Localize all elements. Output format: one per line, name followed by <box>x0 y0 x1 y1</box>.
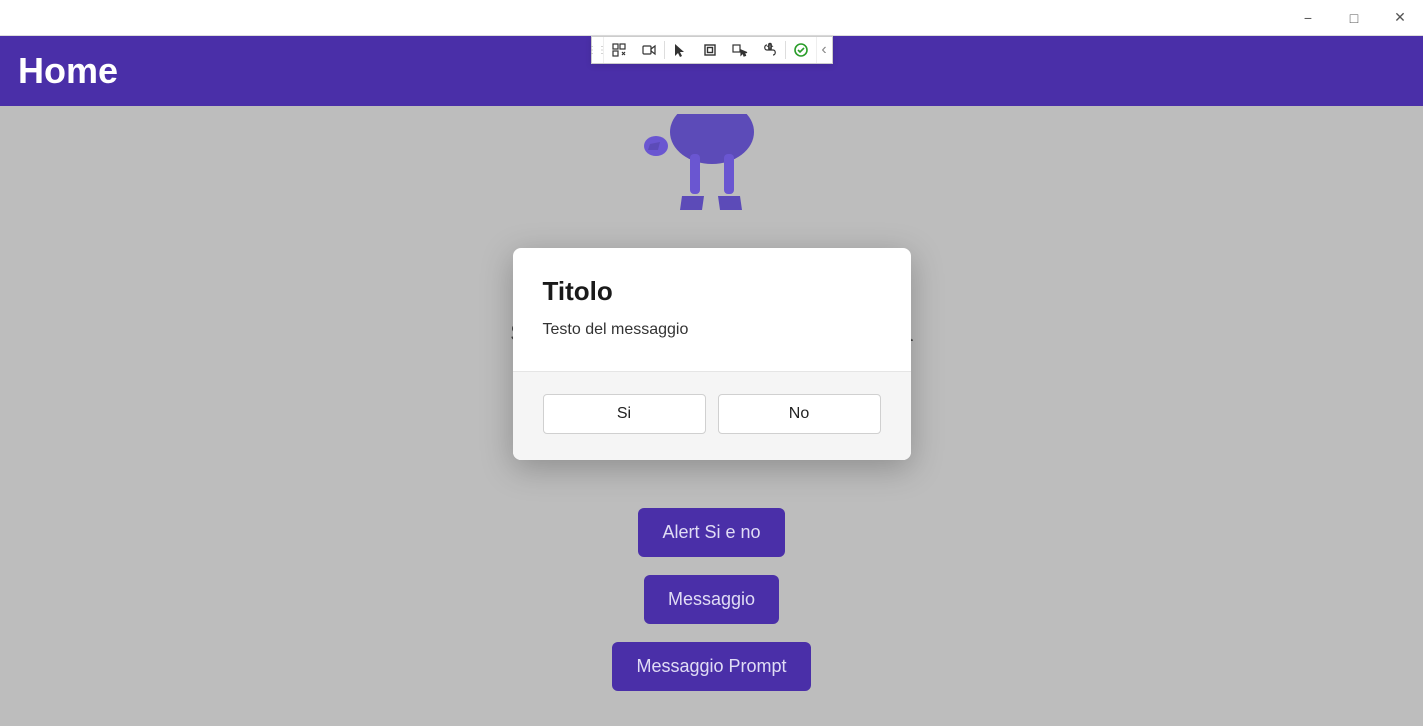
close-button[interactable]: ✕ <box>1377 0 1423 36</box>
maximize-button[interactable]: □ <box>1331 0 1377 36</box>
dialog-overlay: Titolo Testo del messaggio Si No <box>0 36 1423 726</box>
debug-toolbar[interactable]: ⋮⋮ {} ‹ <box>591 36 833 64</box>
dialog-yes-button[interactable]: Si <box>543 394 706 434</box>
svg-text:{}: {} <box>767 44 771 50</box>
display-layout-adorners-icon[interactable] <box>695 37 725 63</box>
dialog-no-button[interactable]: No <box>718 394 881 434</box>
track-focused-element-icon[interactable] <box>725 37 755 63</box>
dialog-title: Titolo <box>543 276 881 307</box>
hot-reload-icon[interactable] <box>786 37 816 63</box>
alert-dialog: Titolo Testo del messaggio Si No <box>513 248 911 460</box>
dialog-message: Testo del messaggio <box>543 321 881 339</box>
toolbar-grip-icon[interactable]: ⋮⋮ <box>592 37 604 63</box>
minimize-button[interactable]: − <box>1285 0 1331 36</box>
live-visual-tree-icon[interactable] <box>604 37 634 63</box>
dialog-actions: Si No <box>513 371 911 460</box>
video-recorder-icon[interactable] <box>634 37 664 63</box>
select-element-icon[interactable] <box>665 37 695 63</box>
collapse-toolbar-icon[interactable]: ‹ <box>816 37 832 63</box>
window-controls: − □ ✕ <box>1285 0 1423 36</box>
window-chrome: − □ ✕ <box>0 0 1423 36</box>
app-container: Home ⋮⋮ {} ‹ <box>0 36 1423 726</box>
dialog-content: Titolo Testo del messaggio <box>513 248 911 371</box>
xaml-binding-failures-icon[interactable]: {} <box>755 37 785 63</box>
